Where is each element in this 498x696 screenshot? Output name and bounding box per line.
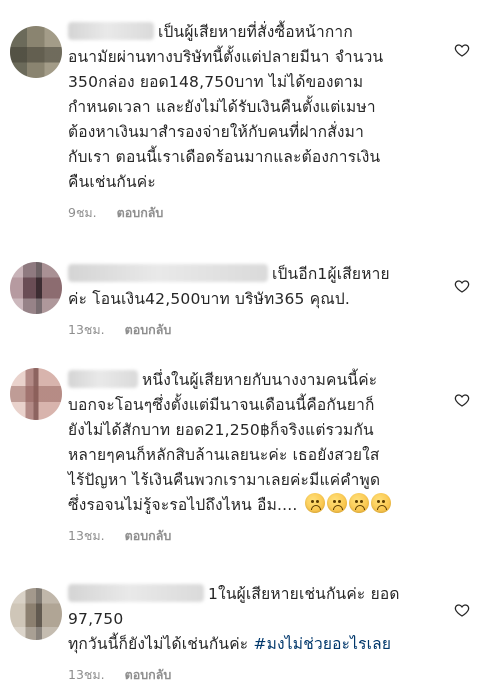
heart-outline-icon[interactable] — [454, 392, 470, 408]
avatar[interactable] — [10, 368, 62, 420]
heart-outline-icon[interactable] — [454, 602, 470, 618]
redacted-username[interactable] — [68, 370, 138, 388]
comment-text: เป็นผู้เสียหายที่สั่งซื้อหน้ากาก อนามัยผ… — [68, 22, 384, 191]
comment-time: 13ชม. — [68, 667, 105, 682]
frowning-face-icon — [304, 493, 325, 513]
comment-meta: 13ชม. ตอบกลับ — [68, 320, 448, 340]
avatar[interactable] — [10, 262, 62, 314]
redacted-username[interactable] — [68, 22, 154, 40]
comment-time: 13ชม. — [68, 528, 105, 543]
frowning-face-icon — [326, 493, 347, 513]
avatar[interactable] — [10, 26, 62, 78]
comment-text: 1ในผู้เสียหายเช่นกันค่ะ ยอด 97,750 ทุกวั… — [68, 584, 400, 653]
frowning-face-icon — [348, 493, 369, 513]
comment-time: 13ชม. — [68, 322, 105, 337]
redacted-username[interactable] — [68, 264, 268, 282]
redacted-username[interactable] — [68, 584, 204, 602]
hashtag-link[interactable]: #มงไม่ช่วยอะไรเลย — [253, 635, 391, 653]
heart-outline-icon[interactable] — [454, 278, 470, 294]
frowning-face-icon — [370, 493, 391, 513]
reply-button[interactable]: ตอบกลับ — [125, 526, 172, 546]
reply-button[interactable]: ตอบกลับ — [117, 203, 164, 223]
avatar[interactable] — [10, 588, 62, 640]
comment-text: หนึ่งในผู้เสียหายกับนางงามคนนี้ค่ะ บอกจะ… — [68, 368, 448, 518]
reply-button[interactable]: ตอบกลับ — [125, 320, 172, 340]
comment-meta: 9ชม. ตอบกลับ — [68, 203, 448, 223]
heart-outline-icon[interactable] — [454, 42, 470, 58]
comment-meta: 13ชม. ตอบกลับ — [68, 526, 448, 546]
reply-button[interactable]: ตอบกลับ — [125, 665, 172, 685]
comment-time: 9ชม. — [68, 205, 97, 220]
comment-text: เป็นอีก1ผู้เสียหาย ค่ะ โอนเงิน42,500บาท … — [68, 264, 390, 308]
comment-meta: 13ชม. ตอบกลับ — [68, 665, 448, 685]
